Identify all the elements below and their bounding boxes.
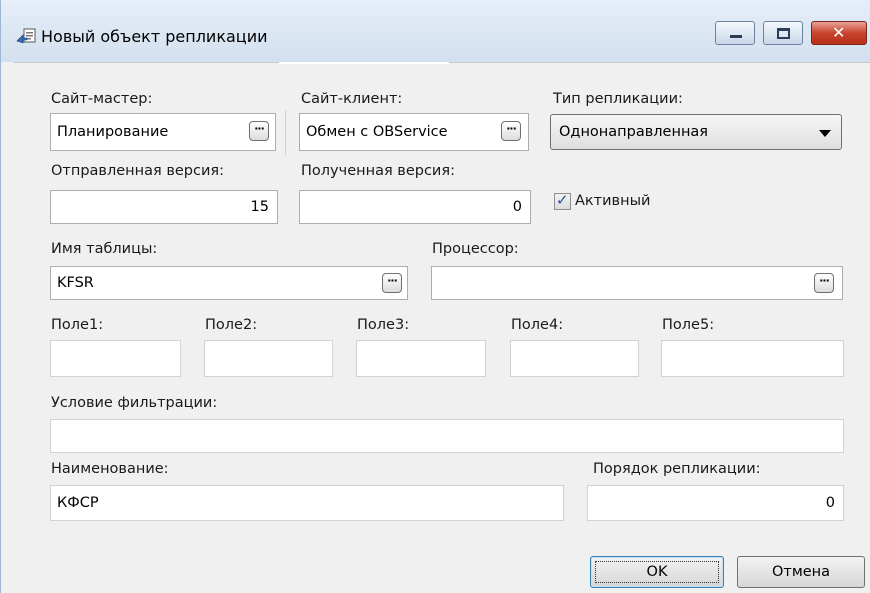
site-client-field[interactable]: Обмен с OBService xyxy=(299,113,529,151)
divider xyxy=(279,62,449,64)
field2-input[interactable] xyxy=(204,340,333,377)
minimize-icon xyxy=(730,35,742,38)
active-label[interactable]: Активный xyxy=(575,193,650,209)
replication-order-label: Порядок репликации: xyxy=(593,461,761,477)
processor-browse-button[interactable]: ··· xyxy=(814,273,834,293)
filter-condition-field[interactable] xyxy=(50,419,844,453)
sent-version-label: Отправленная версия: xyxy=(51,163,225,179)
field5-input[interactable] xyxy=(661,340,844,377)
field1-label: Поле1: xyxy=(51,317,104,333)
replication-type-value: Однонаправленная xyxy=(559,124,709,140)
title-bar[interactable]: Новый объект репликации ✕ xyxy=(1,0,870,62)
replication-type-select[interactable]: Однонаправленная xyxy=(550,114,842,150)
close-icon: ✕ xyxy=(832,23,846,42)
processor-label: Процессор: xyxy=(432,241,519,257)
field1-input[interactable] xyxy=(50,340,181,377)
site-client-value: Обмен с OBService xyxy=(306,124,448,140)
processor-field[interactable] xyxy=(431,266,843,300)
table-name-field[interactable]: KFSR xyxy=(50,266,408,300)
filter-condition-label: Условие фильтрации: xyxy=(51,395,218,411)
dialog-window: Новый объект репликации ✕ Сайт-мастер: П… xyxy=(0,0,870,593)
table-name-browse-button[interactable]: ··· xyxy=(382,273,402,293)
name-label: Наименование: xyxy=(51,461,169,477)
window-title: Новый объект репликации xyxy=(41,27,268,46)
focus-rect xyxy=(595,561,719,583)
sent-version-field[interactable]: 15 xyxy=(50,190,278,224)
field2-label: Поле2: xyxy=(205,317,258,333)
replication-object-icon xyxy=(16,28,36,44)
ok-button[interactable]: OK xyxy=(590,556,724,588)
site-client-browse-button[interactable]: ··· xyxy=(501,121,521,141)
divider xyxy=(285,110,286,155)
field3-input[interactable] xyxy=(356,340,486,377)
table-name-label: Имя таблицы: xyxy=(51,241,158,257)
check-icon: ✓ xyxy=(556,191,569,209)
field3-label: Поле3: xyxy=(357,317,410,333)
field5-label: Поле5: xyxy=(662,317,715,333)
active-checkbox[interactable]: ✓ xyxy=(554,191,571,210)
table-name-value: KFSR xyxy=(57,275,94,291)
cancel-button[interactable]: Отмена xyxy=(737,556,865,588)
site-master-browse-button[interactable]: ··· xyxy=(249,121,269,141)
received-version-label: Полученная версия: xyxy=(301,163,455,179)
maximize-button[interactable] xyxy=(763,21,803,45)
close-button[interactable]: ✕ xyxy=(811,21,867,45)
field4-input[interactable] xyxy=(510,340,639,377)
site-client-label: Сайт-клиент: xyxy=(301,91,403,107)
site-master-label: Сайт-мастер: xyxy=(51,91,153,107)
replication-type-label: Тип репликации: xyxy=(553,91,683,107)
replication-order-field[interactable]: 0 xyxy=(587,485,844,521)
received-version-field[interactable]: 0 xyxy=(299,190,531,224)
maximize-icon xyxy=(777,28,790,39)
site-master-value: Планирование xyxy=(57,124,169,140)
name-field[interactable]: КФСР xyxy=(50,485,564,521)
site-master-field[interactable]: Планирование xyxy=(50,113,276,151)
field4-label: Поле4: xyxy=(511,317,564,333)
minimize-button[interactable] xyxy=(715,21,755,45)
chevron-down-icon xyxy=(819,130,831,137)
